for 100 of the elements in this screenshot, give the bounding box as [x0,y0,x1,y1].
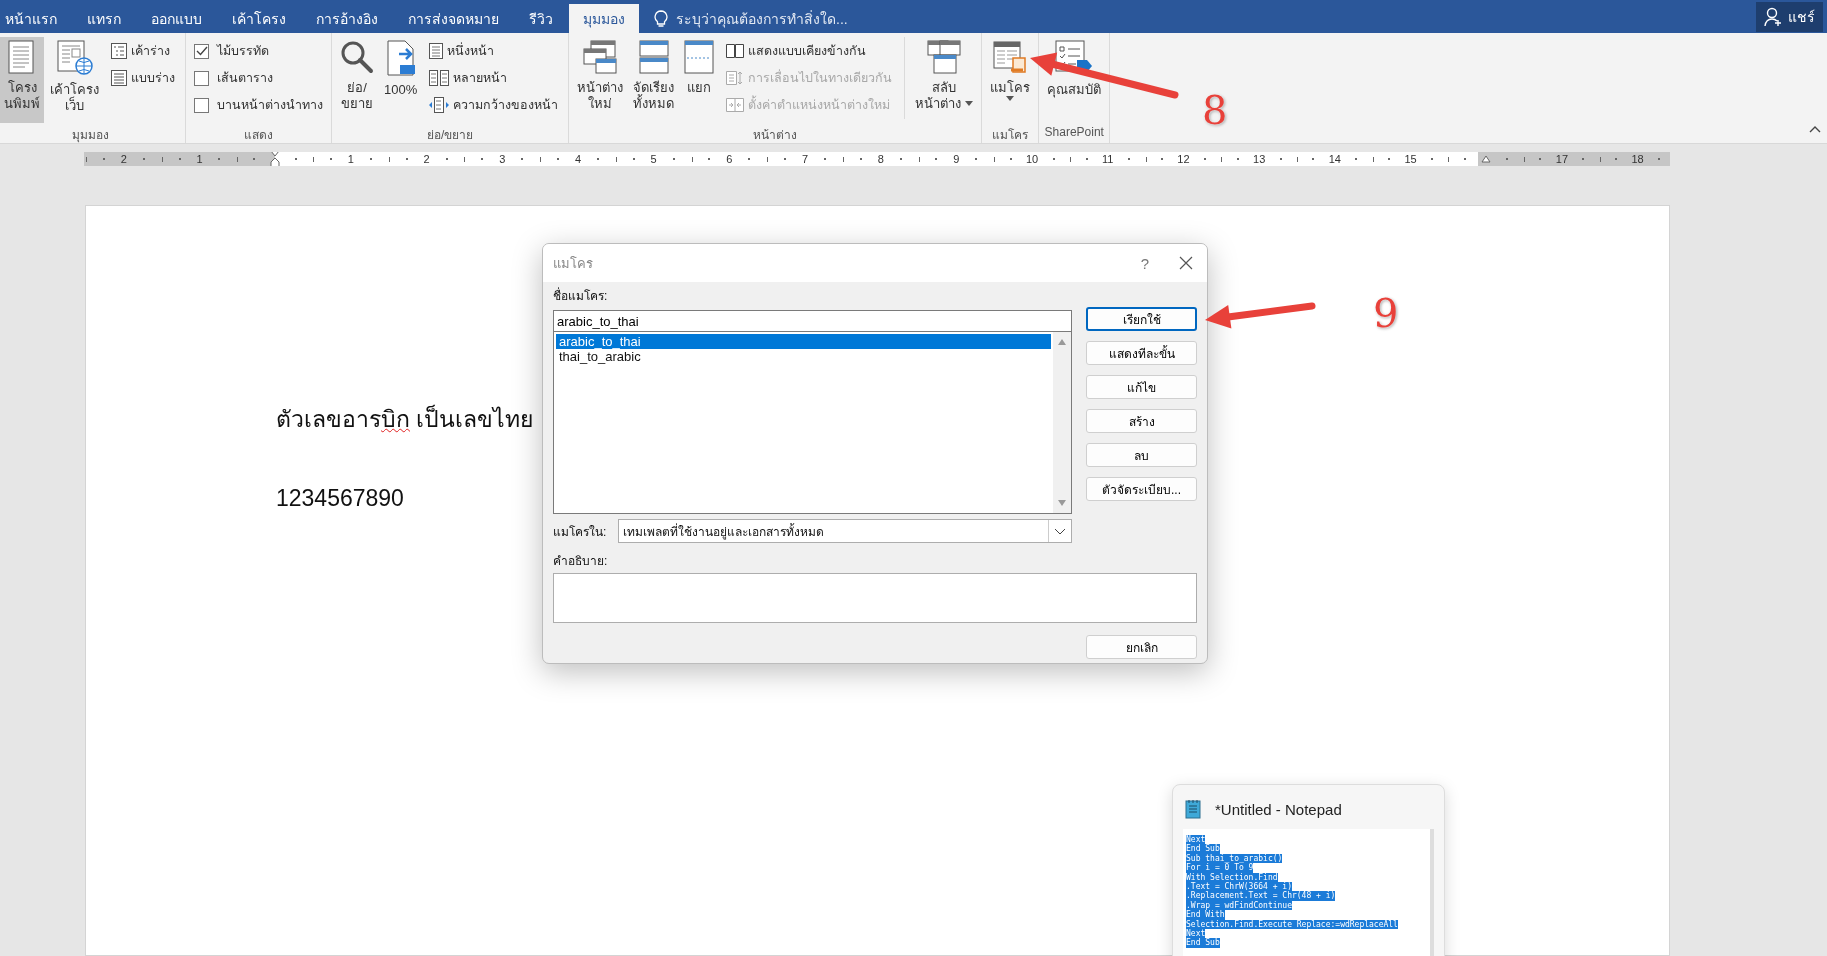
ruler-number: 15 [1404,152,1417,166]
checkbox[interactable] [194,43,209,59]
document-icon [111,70,127,86]
checkbox[interactable] [194,97,209,113]
ruler-number: 1 [196,152,203,166]
ruler-number: 18 [1631,152,1644,166]
checkbox-label: เส้นตาราง [217,70,273,87]
page-icon [429,43,444,59]
sync-scroll-icon [726,70,745,86]
indent-marker-icon[interactable] [1481,155,1492,163]
macro-name-field[interactable]: arabic_to_thai [553,310,1072,332]
close-icon[interactable] [1179,256,1193,270]
web-page-icon [55,40,94,76]
document-text: ตัวเลขอารบิก เป็นเลขไทย [276,403,534,434]
dialog-button[interactable]: เรียกใช้ [1086,307,1197,331]
page-width-icon [429,97,450,113]
outline-icon [111,43,127,59]
document-text: 1234567890 [276,485,404,512]
ribbon-button[interactable]: สลับ หน้าต่าง [911,37,978,123]
ruler-number: 9 [953,152,960,166]
macros-in-dropdown[interactable]: เทมเพลตที่ใช้งานอยู่และเอกสารทั้งหมด [618,519,1072,543]
reset-window-icon [726,97,745,113]
window-title: *Untitled - Notepad [1215,800,1342,818]
ribbon-tab[interactable]: แทรก [73,4,135,33]
ribbon-tab[interactable]: เค้าโครง [218,4,300,33]
tell-me-field[interactable]: ระบุว่าคุณต้องการทำสิ่งใด... [674,9,878,28]
field-label: ชื่อแมโคร: [553,286,609,305]
step-number: 8 [1202,90,1228,130]
checkbox-label: ไม้บรรทัด [217,43,269,60]
ribbon-button[interactable]: หน้าต่าง ใหม่ [573,37,628,123]
macro-list[interactable]: arabic_to_thai thai_to_arabic [553,332,1072,514]
ruler-number: 8 [877,152,884,166]
ribbon-button[interactable]: หนึ่งหน้า [427,39,561,63]
ruler-number: 6 [726,152,733,166]
scroll-up-icon[interactable] [1057,338,1067,346]
dialog-button[interactable]: ลบ [1086,443,1197,467]
ruler-number: 5 [650,152,657,166]
ribbon-button[interactable]: เค้าร่าง [109,39,177,63]
field-label: คำอธิบาย: [553,553,609,570]
ribbon-button[interactable]: หลายหน้า [427,66,561,90]
ribbon-tab[interactable]: มุมมอง [569,4,639,33]
group-label: แมโคร [991,127,1030,143]
help-button[interactable]: ? [1134,253,1155,273]
macro-icon [993,40,1028,74]
indent-marker-icon[interactable] [270,152,281,166]
ruler-number: 11 [1102,152,1114,166]
ruler-number: 17 [1555,152,1569,166]
group-label: หน้าต่าง [752,127,799,143]
ruler-number: 12 [1177,152,1190,166]
group-label: มุมมอง [71,127,110,143]
ribbon-button[interactable]: เค้าโครง เว็บ [46,37,103,123]
ribbon-button[interactable]: แมโคร [986,37,1035,123]
page-zoom-icon [384,40,417,76]
ribbon-tab[interactable]: การอ้างอิง [302,4,392,33]
notepad-thumbnail[interactable] [1172,784,1445,956]
ribbon-button[interactable]: แยก [680,37,719,123]
list-item[interactable]: arabic_to_thai [556,334,1051,349]
ribbon-button[interactable]: ความกว้างของหน้า [427,93,561,117]
ribbon-button[interactable]: ย่อ/ ขยาย [336,37,378,123]
dialog-button[interactable]: แก้ไข [1086,375,1197,399]
dialog-button[interactable]: แสดงทีละขั้น [1086,341,1197,365]
step-number: 9 [1373,293,1399,333]
ribbon-button[interactable]: 100% [380,37,422,123]
search-icon [340,40,374,74]
dialog-button[interactable]: สร้าง [1086,409,1197,433]
ruler-number: 13 [1253,152,1266,166]
cancel-button[interactable]: ยกเลิก [1086,635,1197,659]
field-label: แมโครใน: [553,523,607,541]
ruler-number: 2 [423,152,430,166]
description-field[interactable] [553,573,1197,623]
ribbon-tab[interactable]: ออกแบบ [137,4,216,33]
ribbon-tab[interactable]: การส่งจดหมาย [394,4,513,33]
chevron-down-icon [1054,527,1066,535]
dialog-title: แมโคร [553,254,593,273]
ruler-number: 14 [1328,152,1341,166]
ribbon-button[interactable]: แสดงแบบเคียงข้างกัน [724,39,895,63]
group-label: แสดง [243,127,274,143]
ruler-number: 4 [574,152,582,166]
share-button[interactable]: แชร์ [1756,1,1823,32]
stacked-windows-icon [638,40,669,74]
notepad-icon [1185,799,1201,819]
scroll-down-icon[interactable] [1057,499,1067,507]
ruler-number: 10 [1025,152,1039,166]
checkbox-label: บานหน้าต่างนำทาง [217,97,323,114]
scrollbar[interactable] [1053,332,1071,513]
ribbon-button[interactable]: จัดเรียง ทั้งหมด [629,37,679,123]
ruler-number: 2 [120,152,127,166]
ribbon-button[interactable]: แบบร่าง [109,66,177,90]
ribbon-tab[interactable]: หน้าแรก [1,4,71,33]
ribbon-button[interactable]: โครง นพิมพ์ [0,37,44,123]
ruler-number: 1 [347,152,354,166]
windows-icon [927,40,962,74]
ribbon-tab[interactable]: รีวิว [515,4,567,33]
checkbox[interactable] [194,70,209,86]
split-window-icon [684,40,715,74]
lightbulb-icon [654,9,668,28]
list-item[interactable]: thai_to_arabic [556,349,1051,364]
collapse-icon[interactable] [1809,125,1821,133]
dialog-button[interactable]: ตัวจัดระเบียบ... [1086,477,1197,501]
group-label: ย่อ/ขยาย [425,127,475,143]
